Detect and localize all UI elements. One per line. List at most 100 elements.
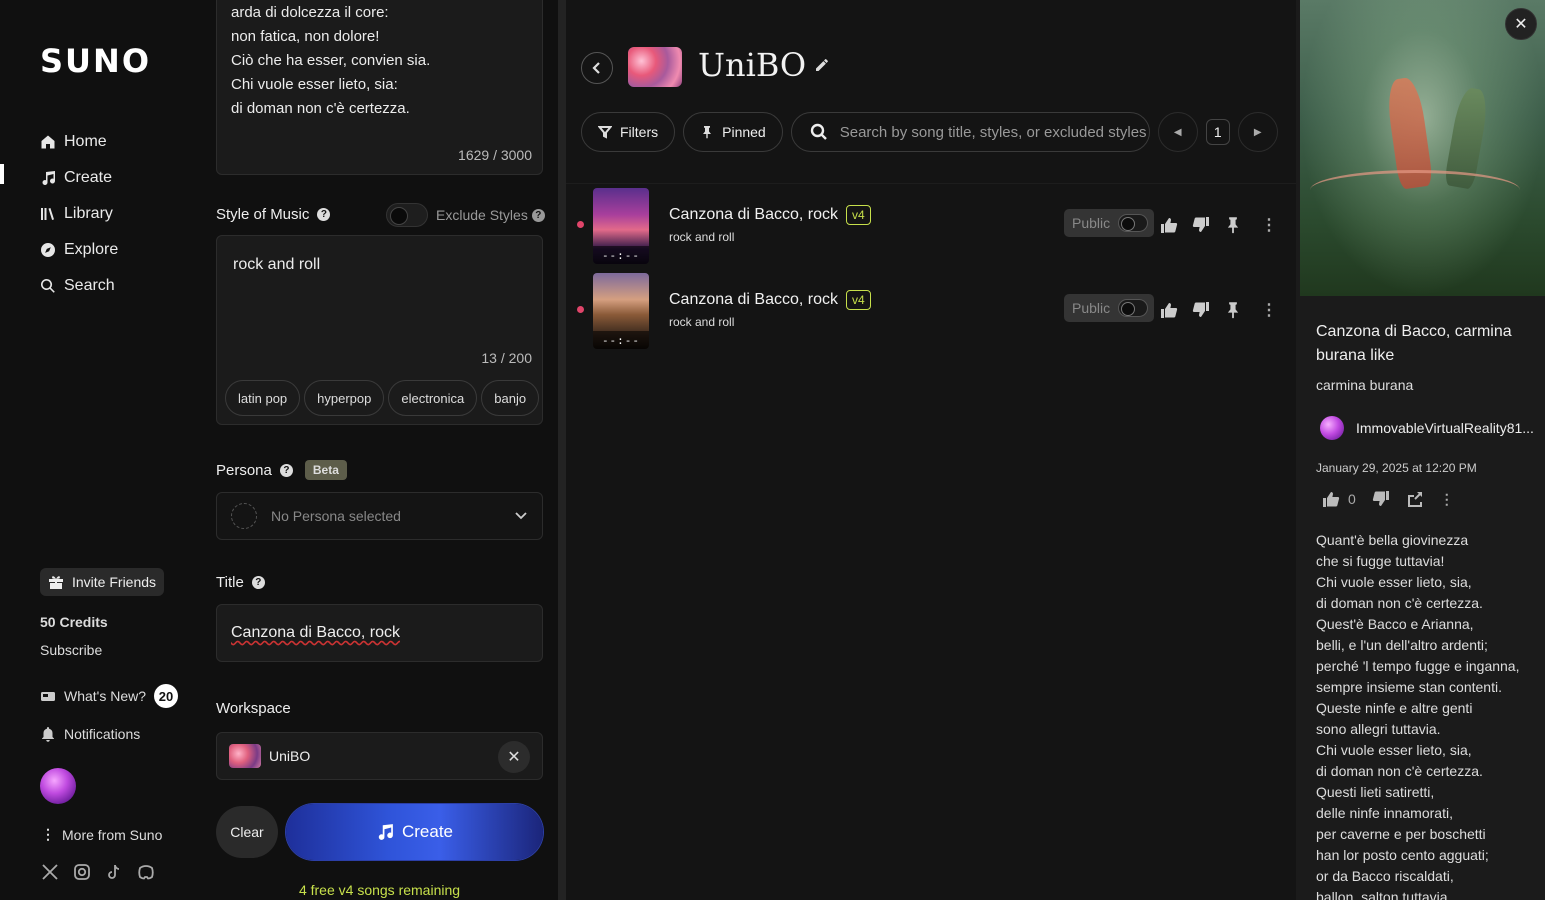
model-version-badge: v4: [845, 205, 871, 225]
cover-ribbon: [1310, 170, 1520, 210]
lyrics-line: Queste ninfe e altre genti: [1316, 700, 1473, 716]
song-cover-image: [1300, 0, 1545, 296]
sidebar-item-home[interactable]: Home: [40, 124, 118, 160]
style-of-music-text: Style of Music: [216, 206, 310, 223]
song-row[interactable]: --:-- Canzona di Bacco, rock v4 rock and…: [566, 185, 1296, 265]
app: SUNO Home Create Library Explore Search: [0, 0, 1545, 900]
sidebar-item-create[interactable]: Create: [40, 160, 118, 196]
song-style[interactable]: rock and roll: [669, 315, 734, 329]
persona-select[interactable]: No Persona selected: [216, 492, 543, 540]
instagram-icon[interactable]: [72, 862, 92, 882]
more-from-suno-button[interactable]: ⋮ More from Suno: [40, 826, 162, 843]
close-details-button[interactable]: ✕: [1505, 8, 1537, 40]
tiktok-icon[interactable]: [104, 862, 124, 882]
create-button-label: Create: [401, 822, 454, 841]
bell-icon: [42, 727, 54, 742]
lyrics-line: Chi vuole esser lieto, sia,: [1316, 742, 1472, 758]
lyrics-line: Chi vuole esser lieto, sia:: [231, 76, 398, 93]
invite-friends-button[interactable]: Invite Friends: [40, 568, 165, 596]
lyrics-line: di doman non c'è certezza.: [1316, 595, 1483, 611]
suno-logo[interactable]: SUNO: [40, 42, 151, 80]
thumbs-up-icon[interactable]: [1160, 216, 1178, 234]
exclude-styles-toggle[interactable]: Exclude Styles ?: [386, 203, 545, 227]
song-style[interactable]: rock and roll: [669, 230, 734, 244]
style-chip[interactable]: banjo: [481, 380, 540, 416]
style-input[interactable]: rock and roll 13 / 200 latin pop hyperpo…: [216, 235, 543, 425]
public-toggle[interactable]: Public: [1064, 294, 1154, 322]
song-duration: --:--: [593, 331, 649, 349]
toggle-switch[interactable]: [1118, 214, 1148, 232]
create-button[interactable]: Create: [286, 804, 543, 860]
style-chip[interactable]: hyperpop: [304, 380, 385, 416]
song-search-input[interactable]: Search by song title, styles, or exclude…: [790, 112, 1150, 152]
subscribe-link[interactable]: Subscribe: [40, 642, 102, 658]
music-note-icon: [42, 171, 55, 185]
song-row[interactable]: --:-- Canzona di Bacco, rock v4 rock and…: [566, 270, 1296, 350]
thumbs-down-icon[interactable]: [1192, 301, 1210, 319]
gift-icon: [49, 576, 63, 589]
sidebar-item-label: Explore: [64, 241, 119, 258]
help-icon[interactable]: ?: [279, 463, 293, 477]
back-button[interactable]: [581, 52, 613, 84]
detail-author[interactable]: ImmovableVirtualReality81...: [1320, 416, 1534, 440]
sidebar: SUNO Home Create Library Explore Search: [0, 0, 200, 900]
lyrics-textarea[interactable]: arda di dolcezza il core: non fatica, no…: [216, 0, 543, 175]
filters-button[interactable]: Filters: [581, 112, 676, 152]
discord-icon[interactable]: [136, 862, 156, 882]
song-details-panel: ✕ Canzona di Bacco, carmina burana like …: [1296, 0, 1545, 900]
clear-button[interactable]: Clear: [216, 806, 278, 858]
whats-new-badge: 20: [154, 684, 179, 708]
style-chip[interactable]: electronica: [388, 380, 478, 416]
song-title[interactable]: Canzona di Bacco, rock v4: [669, 290, 871, 310]
toggle-switch[interactable]: [386, 203, 428, 227]
x-icon[interactable]: [40, 862, 60, 882]
title-input-value: Canzona di Bacco, rock: [231, 624, 400, 641]
song-cover[interactable]: --:--: [593, 273, 649, 349]
pencil-icon[interactable]: [814, 57, 830, 73]
title-input[interactable]: Canzona di Bacco, rock: [216, 604, 543, 662]
filters-label: Filters: [620, 124, 659, 140]
pin-icon[interactable]: [1224, 216, 1242, 234]
pin-icon[interactable]: [1224, 301, 1242, 319]
persona-label: Persona ? Beta: [216, 460, 347, 480]
thumbs-down-icon[interactable]: [1372, 490, 1390, 508]
style-chip[interactable]: latin pop: [225, 380, 301, 416]
detail-date: January 29, 2025 at 12:20 PM: [1316, 461, 1477, 475]
song-cover[interactable]: --:--: [593, 188, 649, 264]
public-toggle[interactable]: Public: [1064, 209, 1154, 237]
share-icon[interactable]: [1406, 490, 1424, 508]
sidebar-item-search[interactable]: Search: [40, 268, 118, 304]
thumbs-up-icon[interactable]: [1160, 301, 1178, 319]
pinned-button[interactable]: Pinned: [683, 112, 783, 152]
search-icon: [810, 123, 827, 140]
prev-page-button[interactable]: ◀: [1157, 112, 1198, 152]
clear-workspace-button[interactable]: ✕: [498, 741, 530, 773]
toggle-switch[interactable]: [1118, 299, 1148, 317]
whats-new-button[interactable]: What's New? 20: [40, 684, 179, 708]
song-title[interactable]: Canzona di Bacco, rock v4: [669, 205, 871, 225]
more-options-icon[interactable]: ⋮: [1260, 300, 1278, 320]
sidebar-item-library[interactable]: Library: [40, 196, 118, 232]
lyrics-line: belli, e l'un dell'altro ardenti;: [1316, 637, 1488, 653]
workspace-thumbnail: [229, 744, 261, 768]
lyrics-line: arda di dolcezza il core:: [231, 4, 389, 21]
title-label: Title ?: [216, 574, 265, 591]
notifications-label: Notifications: [64, 726, 141, 742]
workspace-name: UniBO: [269, 748, 311, 764]
sidebar-item-explore[interactable]: Explore: [40, 232, 118, 268]
help-icon[interactable]: ?: [531, 208, 545, 222]
panel-resize-handle[interactable]: [558, 0, 566, 900]
notifications-button[interactable]: Notifications: [40, 726, 140, 742]
help-icon[interactable]: ?: [317, 208, 331, 221]
next-page-button[interactable]: ▶: [1237, 112, 1278, 152]
user-avatar[interactable]: [40, 768, 76, 804]
more-options-icon[interactable]: ⋮: [1260, 215, 1278, 235]
detail-song-style[interactable]: carmina burana: [1316, 377, 1413, 393]
public-label: Public: [1072, 300, 1111, 316]
more-options-icon[interactable]: ⋮: [1440, 491, 1454, 508]
help-icon[interactable]: ?: [251, 576, 265, 589]
thumbs-down-icon[interactable]: [1192, 216, 1210, 234]
like-button[interactable]: 0: [1322, 490, 1356, 508]
workspace-select[interactable]: UniBO ✕: [216, 732, 543, 780]
page-number[interactable]: 1: [1205, 119, 1230, 145]
